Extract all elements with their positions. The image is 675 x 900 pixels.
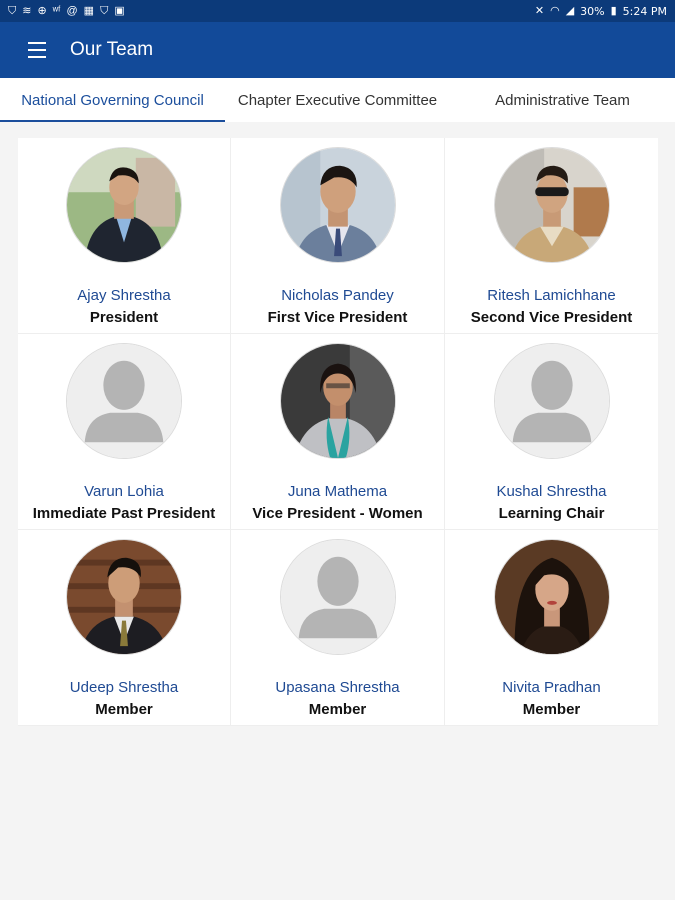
member-name: Nicholas Pandey [281, 287, 394, 304]
photo-man-sunglasses [494, 148, 609, 262]
placeholder-avatar-icon [280, 540, 395, 654]
tab-bar: National Governing Council Chapter Execu… [0, 78, 675, 122]
member-name: Upasana Shrestha [275, 679, 400, 696]
member-role: President [89, 309, 159, 326]
placeholder-avatar-icon [67, 344, 181, 458]
calendar-icon: ▦ [83, 4, 95, 17]
member-card[interactable]: Nivita Pradhan Member [445, 530, 658, 726]
member-card[interactable]: Varun Lohia Immediate Past President [18, 334, 231, 530]
member-name: Udeep Shrestha [69, 679, 179, 696]
member-role: Second Vice President [470, 309, 633, 326]
avatar-photo [493, 539, 610, 655]
avatar-photo [493, 147, 610, 263]
shield-icon: ⛉ [100, 4, 109, 17]
status-right-icons: ✕ ◠ ◢ 30% ▮ 5:24 PM [535, 5, 667, 18]
member-role: Immediate Past President [32, 505, 216, 522]
photo-man-suit-outdoor [67, 148, 181, 262]
member-role: First Vice President [267, 309, 408, 326]
member-name: Nivita Pradhan [502, 679, 601, 696]
mute-icon: ✕ [534, 4, 545, 17]
wifi-key-icon: ≋ [22, 4, 32, 17]
avatar-photo [493, 343, 610, 459]
member-name: Juna Mathema [287, 483, 388, 500]
member-name: Ajay Shrestha [77, 287, 171, 304]
signal-icon: ◢ [565, 4, 575, 17]
avatar-photo [279, 539, 396, 655]
avatar-photo [279, 147, 396, 263]
photo-woman-scarf [280, 344, 395, 458]
member-name: Ritesh Lamichhane [487, 287, 616, 304]
member-role: Member [95, 701, 153, 718]
status-left-icons: ⛉ ≋ ⊕ ʷᶠ @ ▦ ⛉ ▣ [8, 4, 125, 17]
wf-icon: ʷᶠ [52, 4, 61, 17]
hamburger-menu-icon[interactable] [28, 42, 50, 58]
avatar-photo [66, 343, 182, 459]
member-name: Kushal Shrestha [496, 483, 607, 500]
member-card[interactable]: Ritesh Lamichhane Second Vice President [445, 138, 658, 334]
placeholder-avatar-icon [494, 344, 609, 458]
battery-percent: 30% [580, 4, 605, 18]
clock: 5:24 PM [622, 4, 667, 18]
shield-icon: ⛉ [8, 4, 17, 17]
tab-national-governing-council[interactable]: National Governing Council [0, 78, 225, 122]
tab-chapter-executive-committee[interactable]: Chapter Executive Committee [225, 78, 450, 122]
team-grid: Ajay Shrestha President Nicholas Pandey … [18, 138, 658, 726]
member-card[interactable]: Ajay Shrestha President [18, 138, 231, 334]
wifi-icon: ◠ [550, 4, 560, 17]
battery-icon: ▮ [610, 4, 617, 17]
plus-circle-icon: ⊕ [37, 4, 47, 17]
member-name: Varun Lohia [84, 483, 164, 500]
status-bar: ⛉ ≋ ⊕ ʷᶠ @ ▦ ⛉ ▣ ✕ ◠ ◢ 30% ▮ 5:24 PM [0, 0, 675, 22]
member-card[interactable]: Nicholas Pandey First Vice President [231, 138, 445, 334]
tab-administrative-team[interactable]: Administrative Team [450, 78, 675, 122]
avatar-photo [66, 147, 182, 263]
photo-woman-portrait [494, 540, 609, 654]
page-title: Our Team [70, 39, 154, 60]
member-card[interactable]: Upasana Shrestha Member [231, 530, 445, 726]
app-bar: Our Team [0, 22, 675, 78]
photo-man-suit-office [280, 148, 395, 262]
member-role: Member [308, 701, 367, 718]
member-card[interactable]: Kushal Shrestha Learning Chair [445, 334, 658, 530]
member-role: Learning Chair [498, 505, 605, 522]
photo-icon: ▣ [114, 4, 125, 17]
avatar-photo [279, 343, 396, 459]
at-icon: @ [66, 4, 78, 17]
photo-man-suit-wood [67, 540, 181, 654]
member-card[interactable]: Udeep Shrestha Member [18, 530, 231, 726]
member-card[interactable]: Juna Mathema Vice President - Women [231, 334, 445, 530]
avatar-photo [66, 539, 182, 655]
member-role: Vice President - Women [252, 505, 423, 522]
member-role: Member [522, 701, 581, 718]
